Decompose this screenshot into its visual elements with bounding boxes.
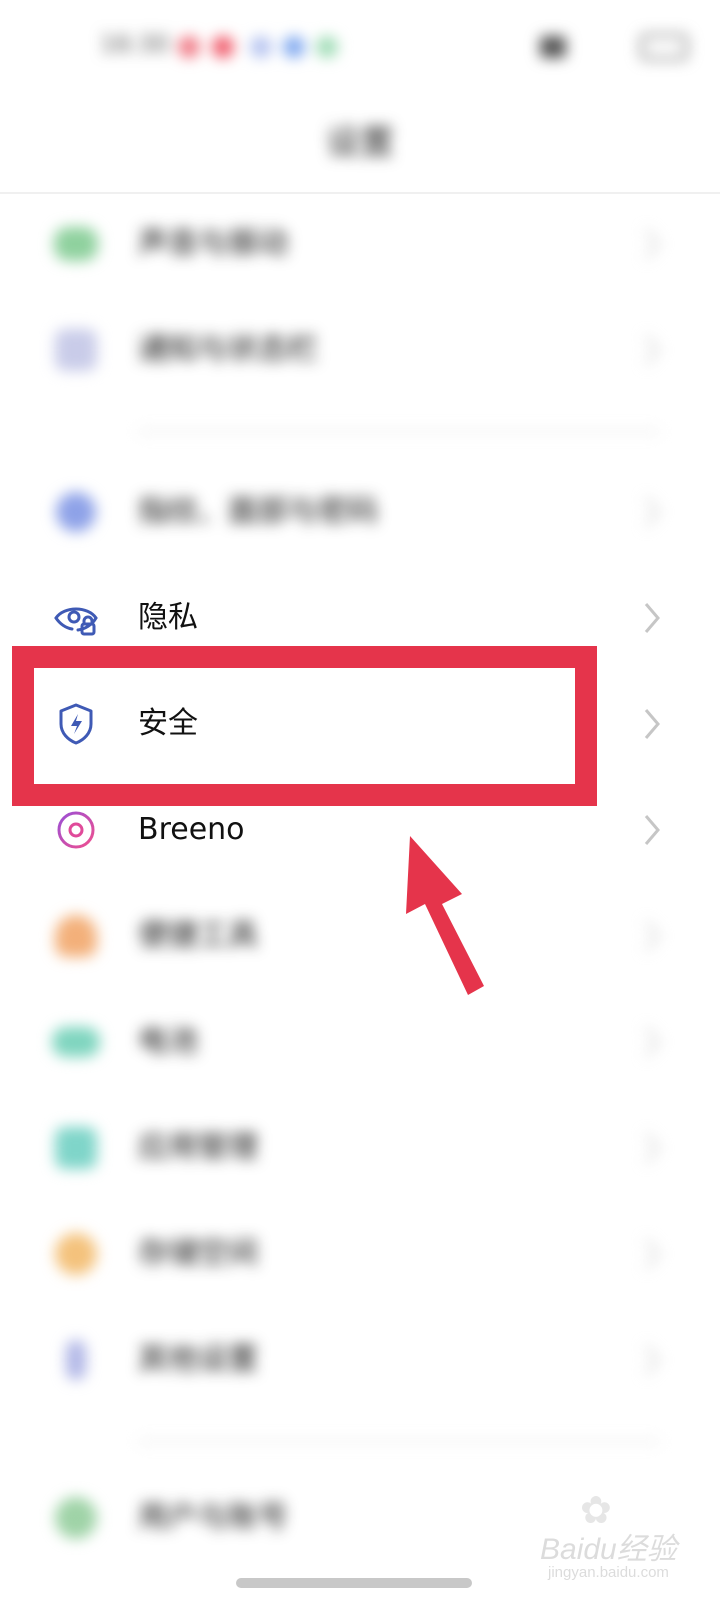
group-divider — [138, 430, 660, 433]
notification-icon — [212, 36, 234, 58]
privacy-eye-icon — [52, 594, 100, 642]
settings-item-biometrics[interactable]: 指纹、面部与密码 — [0, 460, 720, 566]
chevron-right-icon — [638, 598, 666, 638]
watermark-url: jingyan.baidu.com — [548, 1564, 669, 1581]
settings-item-label: 用户与账号 — [138, 1500, 288, 1535]
notification-icon — [52, 326, 100, 374]
battery-status-icon — [640, 34, 688, 60]
settings-item-other[interactable]: 其他设置 — [0, 1308, 720, 1414]
chevron-right-icon — [638, 330, 666, 370]
status-bar: 16:30 — [0, 0, 720, 95]
status-time: 16:30 — [100, 30, 170, 58]
settings-item-label: 便捷工具 — [138, 918, 258, 953]
lock-icon — [52, 488, 100, 536]
settings-item-label: 通知与状态栏 — [138, 332, 318, 367]
settings-item-label: Breeno — [138, 812, 245, 847]
chevron-right-icon — [638, 916, 666, 956]
watermark-brand: Baidu经验 — [540, 1533, 677, 1566]
chevron-right-icon — [638, 224, 666, 264]
settings-item-label: 应用管理 — [138, 1130, 258, 1165]
settings-item-label: 声音与振动 — [138, 226, 288, 261]
chevron-right-icon — [638, 1234, 666, 1274]
settings-item-sound[interactable]: 声音与振动 — [0, 192, 720, 298]
settings-item-notifications[interactable]: 通知与状态栏 — [0, 298, 720, 404]
group-divider — [138, 1440, 660, 1443]
settings-item-label: 存储空间 — [138, 1236, 258, 1271]
chevron-right-icon — [638, 1340, 666, 1380]
chevron-right-icon — [638, 1022, 666, 1062]
apps-icon — [52, 1124, 100, 1172]
chevron-right-icon — [638, 704, 666, 744]
user-icon — [52, 1494, 100, 1542]
storage-icon — [52, 1230, 100, 1278]
tools-icon — [52, 912, 100, 960]
notification-icon — [178, 36, 200, 58]
page-title: 设置 — [326, 123, 394, 163]
chevron-right-icon — [638, 492, 666, 532]
highlight-box — [12, 646, 597, 806]
baidu-watermark: ✿ Baidu经验 jingyan.baidu.com — [540, 1488, 700, 1588]
settings-item-label: 指纹、面部与密码 — [138, 494, 378, 529]
notification-icon — [283, 36, 305, 58]
notification-icon — [316, 36, 338, 58]
settings-item-apps[interactable]: 应用管理 — [0, 1096, 720, 1202]
chevron-right-icon — [638, 810, 666, 850]
settings-item-storage[interactable]: 存储空间 — [0, 1202, 720, 1308]
settings-icon — [52, 1336, 100, 1384]
chevron-right-icon — [638, 1128, 666, 1168]
settings-item-label: 其他设置 — [138, 1342, 258, 1377]
settings-item-battery[interactable]: 电池 — [0, 990, 720, 1096]
signal-icon — [540, 36, 566, 58]
settings-item-label: 电池 — [138, 1024, 198, 1059]
home-indicator[interactable] — [236, 1578, 472, 1588]
settings-item-tools[interactable]: 便捷工具 — [0, 884, 720, 990]
settings-item-label: 隐私 — [138, 600, 198, 635]
speaker-icon — [52, 220, 100, 268]
breeno-icon — [52, 806, 100, 854]
red-arrow-icon — [406, 836, 484, 995]
battery-icon — [52, 1018, 100, 1066]
notification-icon — [250, 36, 272, 58]
